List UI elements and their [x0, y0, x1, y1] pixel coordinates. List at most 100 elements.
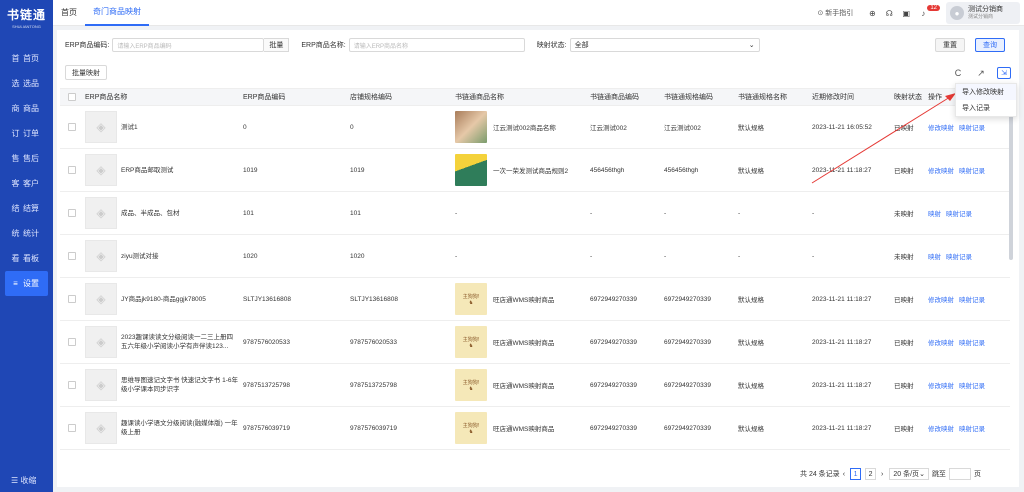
sidebar-item-0[interactable]: 首首页 — [0, 46, 53, 71]
jump-input[interactable] — [948, 468, 971, 480]
product-thumbnail: ◈ — [85, 369, 117, 401]
erp-name-input[interactable]: 请输入ERP商品名称 — [348, 38, 525, 52]
map-link[interactable]: 映射 — [928, 211, 941, 218]
slt-scode2: 6972949270339 — [664, 381, 711, 389]
map-link[interactable]: 修改映射 — [928, 426, 954, 433]
map-status-select[interactable]: 全部 ⌄ — [569, 38, 760, 52]
reset-button[interactable]: 重置 — [935, 38, 965, 52]
operations-cell: 修改映射 映射记录 — [925, 294, 985, 304]
slt-scode2: 6972949270339 — [664, 338, 711, 346]
sidebar-item-1[interactable]: 选选品 — [0, 71, 53, 96]
query-button[interactable]: 查询 — [975, 38, 1005, 52]
user-menu[interactable]: ● 测试分销商 测试分销商 — [946, 2, 1020, 24]
page-1[interactable]: 1 — [850, 468, 862, 480]
erp-name-cell: ◈ ziyu测试对接 — [82, 240, 240, 272]
bulk-map-button[interactable]: 批量映射 — [65, 65, 107, 80]
guide-link[interactable]: ⊙ 新手指引 — [818, 8, 854, 18]
sidebar-item-3[interactable]: 订订单 — [0, 121, 53, 146]
map-record-link[interactable]: 映射记录 — [959, 340, 985, 347]
page-size-select[interactable]: 20 条/页 ⌄ — [889, 468, 929, 480]
tab-home[interactable]: 首页 — [53, 0, 85, 26]
slt-scode: - — [590, 252, 593, 260]
shop-code: 9787513725798 — [350, 381, 397, 389]
jump-label: 跳至 — [931, 471, 946, 478]
row-checkbox[interactable] — [68, 166, 76, 174]
import-icon[interactable]: ⇲ — [997, 67, 1011, 79]
message-icon[interactable]: ▣ — [899, 9, 913, 18]
pig-label: 主狗狗! — [462, 379, 480, 386]
collapse-button[interactable]: ☰ 收缩 — [11, 475, 36, 486]
slt-name: - — [455, 252, 458, 260]
next-page-icon[interactable]: › — [881, 471, 883, 478]
map-record-link[interactable]: 映射记录 — [946, 254, 972, 261]
row-select-cell — [60, 166, 82, 174]
erp-code-input[interactable]: 请输入ERP商品编码 — [112, 38, 265, 52]
scrollbar[interactable] — [1009, 100, 1013, 260]
slt-scode2: 6972949270339 — [664, 424, 711, 432]
slt-spec: 默认规格 — [738, 125, 764, 132]
map-record-link[interactable]: 映射记录 — [959, 383, 985, 390]
row-checkbox[interactable] — [68, 209, 76, 217]
map-link[interactable]: 修改映射 — [928, 125, 954, 132]
slt-scode2: 6972949270339 — [664, 295, 711, 303]
map-link[interactable]: 修改映射 — [928, 340, 954, 347]
slt-status: 未映射 — [894, 211, 914, 218]
row-select-cell — [60, 381, 82, 389]
row-checkbox[interactable] — [68, 123, 76, 131]
sidebar-item-7[interactable]: 统统计 — [0, 221, 53, 246]
select-all-checkbox[interactable] — [68, 93, 76, 101]
import-modify-mapping-item[interactable]: 导入修改映射 — [956, 84, 1016, 100]
sidebar-item-5[interactable]: 客客户 — [0, 171, 53, 196]
slt-scode: 6972949270339 — [590, 381, 637, 389]
sidebar-nav: 首首页选选品商商品订订单售售后客客户结结算统统计看看板 ≡ 设置 — [0, 46, 53, 296]
headset-icon[interactable]: ☊ — [882, 9, 896, 18]
operations-cell: 修改映射 映射记录 — [925, 122, 985, 132]
sidebar-item-4[interactable]: 售售后 — [0, 146, 53, 171]
shop-code: 9787576039719 — [350, 424, 397, 432]
location-icon[interactable]: ⊕ — [865, 9, 879, 18]
map-record-link[interactable]: 映射记录 — [946, 211, 972, 218]
menu-icon: 统 — [11, 229, 20, 238]
page-2[interactable]: 2 — [865, 468, 877, 480]
row-checkbox[interactable] — [68, 295, 76, 303]
export-icon[interactable]: ↗ — [974, 67, 988, 79]
sidebar-item-8[interactable]: 看看板 — [0, 246, 53, 271]
map-record-link[interactable]: 映射记录 — [959, 426, 985, 433]
map-link[interactable]: 修改映射 — [928, 297, 954, 304]
sidebar-item-6[interactable]: 结结算 — [0, 196, 53, 221]
map-record-link[interactable]: 映射记录 — [959, 168, 985, 175]
slt-scode: 6972949270339 — [590, 295, 637, 303]
map-link[interactable]: 修改映射 — [928, 383, 954, 390]
map-record-link[interactable]: 映射记录 — [959, 297, 985, 304]
column-header: 书链通商品名称 — [455, 94, 504, 101]
image-placeholder-icon: ◈ — [96, 163, 106, 177]
prev-page-icon[interactable]: ‹ — [843, 471, 845, 478]
slt-status: 已映射 — [894, 297, 914, 304]
shop-code: 1019 — [350, 166, 365, 174]
row-checkbox[interactable] — [68, 338, 76, 346]
refresh-icon[interactable]: C — [951, 67, 965, 79]
row-checkbox[interactable] — [68, 424, 76, 432]
logo: 书链通 SHULIANTONG — [0, 0, 53, 34]
table-row: ◈ ziyu测试对接 1020 1020 - - - - - 未映射 映射 映射记录 — [60, 235, 1010, 278]
sidebar-item-label: 售后 — [23, 154, 39, 163]
page-unit: 页 — [973, 471, 981, 478]
row-checkbox[interactable] — [68, 252, 76, 260]
sidebar-item-2[interactable]: 商商品 — [0, 96, 53, 121]
slt-name: 一次一荣发测试商品规则2 — [493, 168, 569, 175]
operations-cell: 修改映射 映射记录 — [925, 165, 985, 175]
row-checkbox[interactable] — [68, 381, 76, 389]
slt-scode: 6972949270339 — [590, 424, 637, 432]
import-record-item[interactable]: 导入记录 — [956, 100, 1016, 116]
map-link[interactable]: 修改映射 — [928, 168, 954, 175]
slt-spec: 默认规格 — [738, 383, 764, 390]
shop-code: 9787576020533 — [350, 338, 397, 346]
column-header: ERP商品编码 — [243, 94, 286, 101]
pig-label: 主狗狗! — [462, 422, 480, 429]
map-record-link[interactable]: 映射记录 — [959, 125, 985, 132]
row-select-cell — [60, 252, 82, 260]
map-link[interactable]: 映射 — [928, 254, 941, 261]
batch-button[interactable]: 批量 — [264, 38, 290, 52]
sidebar-item-9[interactable]: ≡ 设置 — [5, 271, 48, 296]
tab-qimen-mapping[interactable]: 奇门商品映射 — [85, 0, 149, 26]
